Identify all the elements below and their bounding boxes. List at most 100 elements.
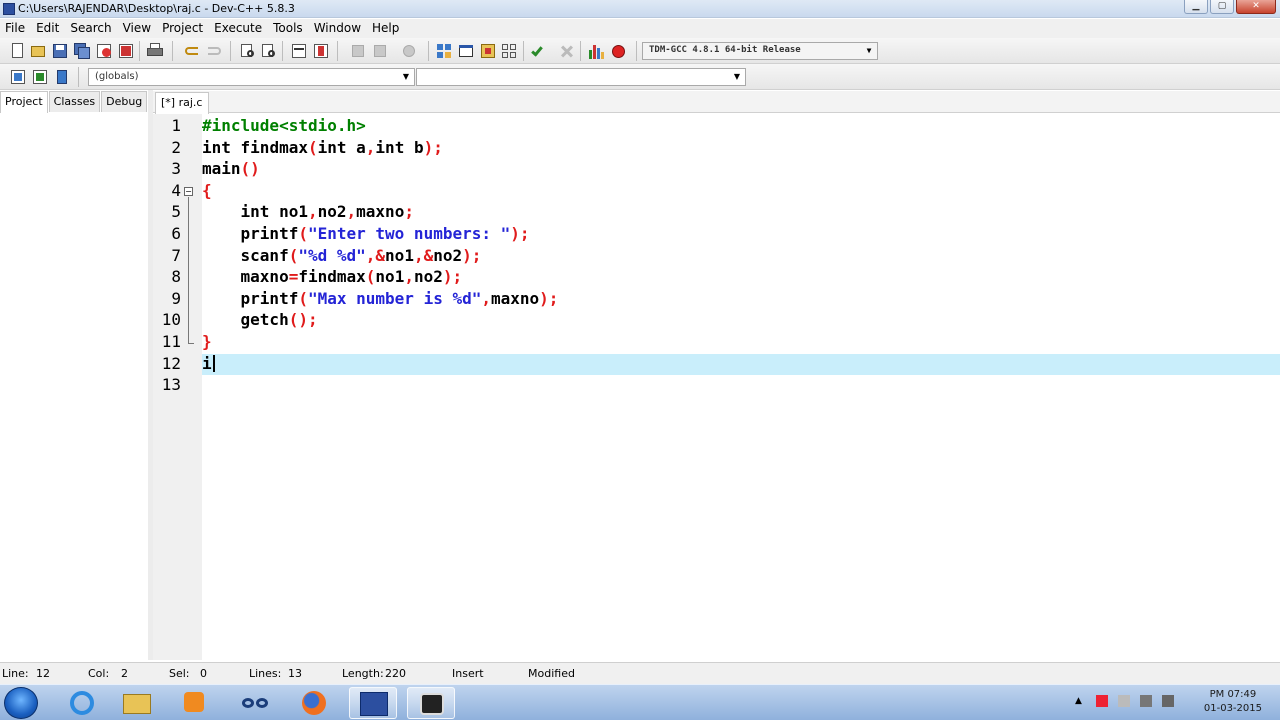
new-project-icon[interactable]: [435, 42, 453, 60]
compiler-value: TDM-GCC 4.8.1 64-bit Release: [649, 45, 801, 55]
replace-icon[interactable]: [260, 42, 278, 60]
menu-execute[interactable]: Execute: [209, 19, 268, 38]
console-taskbar-icon[interactable]: [407, 687, 455, 719]
line-number: 12: [161, 353, 181, 373]
bookmark-icon[interactable]: [53, 68, 71, 86]
menu-help[interactable]: Help: [367, 19, 405, 38]
code-token: ,&: [365, 245, 386, 265]
code-token: main: [202, 159, 241, 179]
status-col-label: Col:: [88, 667, 110, 680]
line-number: 1: [171, 116, 181, 135]
line-number: 13: [161, 375, 181, 395]
tray-volume-icon[interactable]: [1162, 695, 1174, 707]
fold-collapse-icon[interactable]: −: [184, 186, 193, 196]
menu-tools[interactable]: Tools: [268, 19, 309, 38]
window-tile-icon[interactable]: [457, 42, 475, 60]
code-token: "Max number is %d": [307, 288, 482, 308]
app-glasses-icon[interactable]: [232, 687, 280, 719]
code-line: #include<stdio.h>: [202, 115, 366, 136]
editor-tabs: [*] raj.c: [153, 91, 1280, 114]
current-line-highlight: [202, 354, 1280, 375]
code-token: ,: [404, 267, 414, 287]
tab-debug[interactable]: Debug: [101, 91, 148, 112]
code-token: int: [375, 137, 405, 157]
menu-window[interactable]: Window: [309, 19, 367, 38]
undo-icon[interactable]: [183, 42, 201, 60]
find-icon[interactable]: [239, 42, 257, 60]
internet-explorer-icon[interactable]: [58, 687, 106, 719]
stop-execution-icon[interactable]: [558, 42, 576, 60]
tray-network-icon[interactable]: [1140, 695, 1152, 707]
status-length-value: 220: [385, 667, 406, 680]
toggle-breakpoint-icon[interactable]: [31, 68, 49, 86]
code-token: {: [202, 180, 212, 200]
toggle-comment-icon[interactable]: [400, 42, 418, 60]
code-line: }: [202, 331, 212, 352]
profile-chart-icon[interactable]: [587, 42, 605, 60]
status-col-value: 2: [121, 667, 128, 680]
indent-icon[interactable]: [371, 42, 389, 60]
redo-icon[interactable]: [205, 42, 223, 60]
scope-select[interactable]: (globals) ▼: [88, 68, 415, 86]
menu-project[interactable]: Project: [157, 19, 209, 38]
media-player-icon[interactable]: [170, 687, 218, 719]
devcpp-taskbar-icon[interactable]: [349, 687, 397, 719]
code-token: int: [202, 202, 270, 222]
devcpp-window: C:\Users\RAJENDAR\Desktop\raj.c - Dev-C+…: [0, 0, 1280, 720]
minimize-icon[interactable]: ▁: [1184, 0, 1208, 14]
close-all-icon[interactable]: [117, 42, 135, 60]
code-token: maxno: [202, 267, 289, 287]
save-all-icon[interactable]: [73, 42, 91, 60]
print-icon[interactable]: [146, 42, 164, 60]
line-number: 2: [171, 137, 181, 157]
tray-device-icon[interactable]: [1118, 695, 1130, 707]
code-token: (: [298, 224, 308, 243]
tab-raj-c[interactable]: [*] raj.c: [155, 92, 210, 114]
open-file-icon[interactable]: [29, 42, 47, 60]
goto-line-icon[interactable]: [290, 42, 308, 60]
app-icon: [3, 3, 15, 15]
close-icon[interactable]: ✕: [1236, 0, 1276, 14]
code-token: );: [423, 137, 443, 157]
code-token: no2: [433, 245, 463, 265]
menu-search[interactable]: Search: [65, 19, 117, 38]
class-browser-icon[interactable]: [479, 42, 497, 60]
close-file-icon[interactable]: [95, 42, 113, 60]
file-explorer-icon[interactable]: [113, 687, 161, 719]
chevron-down-icon: ▼: [866, 46, 872, 55]
menu-view[interactable]: View: [118, 19, 157, 38]
windows-start-icon[interactable]: [4, 687, 38, 719]
maximize-icon[interactable]: ▢: [1210, 0, 1234, 14]
code-line: main(): [202, 158, 260, 179]
unindent-icon[interactable]: [349, 42, 367, 60]
clock-time: PM 07:49: [1209, 689, 1257, 700]
insert-icon[interactable]: [9, 68, 27, 86]
code-token: findmax: [230, 137, 308, 157]
menu-edit[interactable]: Edit: [31, 19, 65, 38]
tray-flag-icon[interactable]: [1096, 695, 1108, 707]
title-bar: C:\Users\RAJENDAR\Desktop\raj.c - Dev-C+…: [0, 0, 1280, 18]
taskbar-clock[interactable]: PM 07:49 01-03-2015: [1204, 688, 1262, 716]
project-panel: Project Classes Debug: [0, 90, 150, 660]
save-icon[interactable]: [51, 42, 69, 60]
code-token: ,: [346, 202, 357, 222]
status-lines-value: 13: [288, 667, 302, 680]
tray-expand-icon[interactable]: ▲: [1075, 696, 1082, 706]
code-editor[interactable]: #include<stdio.h> int findmax(int a,int b…: [202, 114, 1280, 660]
symbol-select[interactable]: ▼: [416, 68, 746, 86]
new-file-icon[interactable]: [9, 42, 27, 60]
code-token: printf: [202, 224, 299, 243]
code-token: getch: [202, 310, 289, 330]
grid-icon[interactable]: [500, 42, 518, 60]
code-token: (: [298, 288, 308, 308]
debug-icon[interactable]: [609, 42, 627, 60]
tab-classes[interactable]: Classes: [48, 91, 101, 112]
menu-file[interactable]: File: [0, 19, 31, 38]
line-number: 8: [171, 267, 181, 287]
tab-project[interactable]: Project: [0, 91, 48, 113]
status-bar: Line: 12 Col: 2 Sel: 0 Lines: 13 Length:…: [0, 662, 1280, 684]
firefox-icon[interactable]: [290, 687, 338, 719]
check-syntax-icon[interactable]: [530, 42, 548, 60]
compiler-select[interactable]: TDM-GCC 4.8.1 64-bit Release ▼: [642, 42, 878, 60]
toggle-bookmark-icon[interactable]: [312, 42, 330, 60]
